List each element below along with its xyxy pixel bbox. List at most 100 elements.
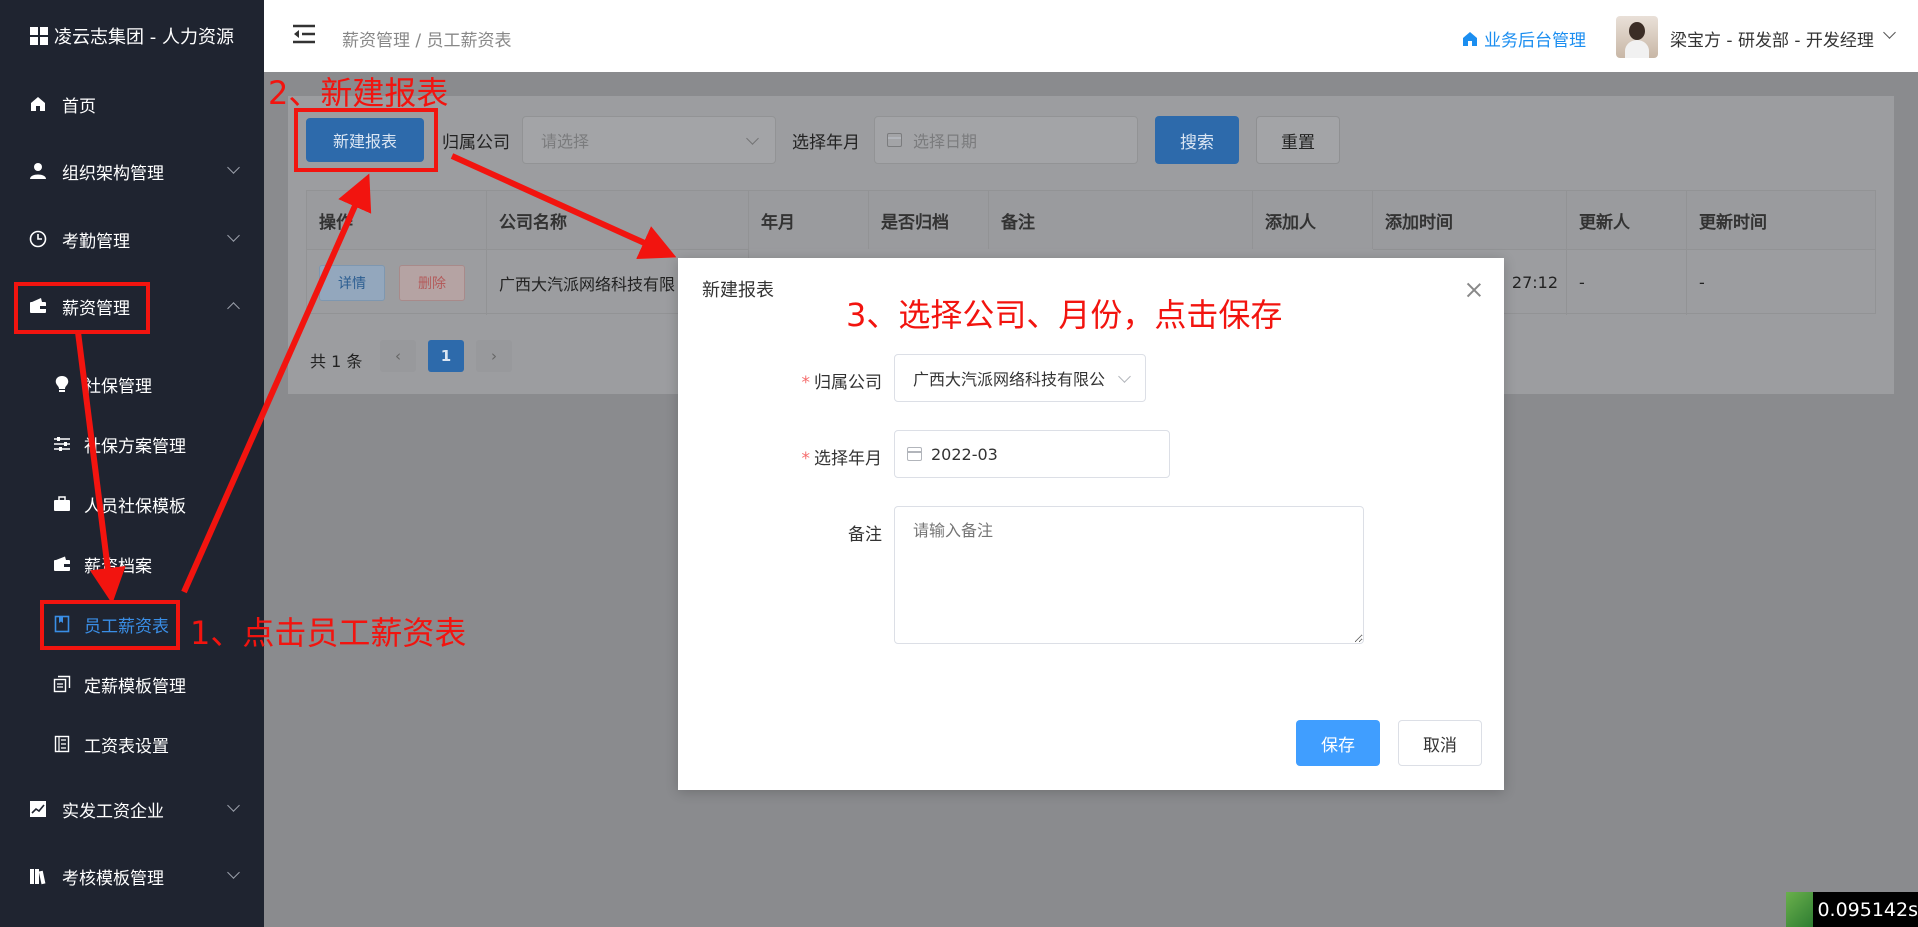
chevron-down-icon xyxy=(227,161,240,174)
table-cell-update-time: - xyxy=(1687,249,1875,315)
sidebar-sub-payroll-settings[interactable]: 工资表设置 xyxy=(0,716,264,772)
sidebar-sub-label: 社保管理 xyxy=(84,376,152,397)
top-header: 薪资管理 / 员工薪资表 业务后台管理 梁宝方 - 研发部 - 开发经理 xyxy=(264,0,1918,72)
breadcrumb: 薪资管理 / 员工薪资表 xyxy=(342,31,512,51)
sidebar-sub-label: 工资表设置 xyxy=(84,736,169,757)
chevron-left-icon: ‹ xyxy=(395,347,401,365)
briefcase-icon xyxy=(52,494,72,514)
app-logo[interactable]: 凌云志集团 - 人力资源 xyxy=(0,0,264,72)
annotation-box-employee-salary xyxy=(40,600,180,650)
grid-logo-icon xyxy=(30,27,49,45)
bulb-icon xyxy=(52,374,72,394)
month-field-label-text: 选择年月 xyxy=(814,449,882,469)
user-icon xyxy=(28,161,48,181)
sidebar-sub-label: 定薪模板管理 xyxy=(84,676,186,697)
column-header: 备注 xyxy=(989,191,1253,249)
delete-button[interactable]: 删除 xyxy=(399,264,465,301)
remark-textarea[interactable] xyxy=(894,506,1364,644)
calendar-icon xyxy=(887,133,902,147)
copy-icon xyxy=(52,674,72,694)
sidebar-sub-label: 人员社保模板 xyxy=(84,496,186,517)
sidebar-item-assessment[interactable]: 考核模板管理 xyxy=(0,848,264,904)
reset-button[interactable]: 重置 xyxy=(1256,116,1340,164)
annotation-step3: 3、选择公司、月份，点击保存 xyxy=(846,296,1283,334)
month-filter-picker[interactable]: 选择日期 xyxy=(874,116,1138,164)
sidebar-sub-social-security[interactable]: 社保管理 xyxy=(0,356,264,412)
month-field-label: * 选择年月 xyxy=(762,444,883,469)
required-mark: * xyxy=(801,373,811,393)
column-header: 添加人 xyxy=(1253,191,1373,249)
chevron-down-icon[interactable] xyxy=(1883,26,1896,39)
clock-icon xyxy=(28,229,48,249)
month-filter-placeholder: 选择日期 xyxy=(913,132,978,151)
sidebar-item-label: 考核模板管理 xyxy=(62,868,164,889)
sidebar-item-org[interactable]: 组织架构管理 xyxy=(0,143,264,199)
home-icon xyxy=(1463,31,1477,46)
table-row-actions: 详情 删除 xyxy=(307,249,487,315)
sidebar-sub-label: 社保方案管理 xyxy=(84,436,186,457)
timer-icon xyxy=(1786,892,1814,927)
sidebar-item-label: 组织架构管理 xyxy=(62,163,164,184)
next-page-button[interactable]: › xyxy=(476,340,512,372)
biz-admin-link[interactable]: 业务后台管理 xyxy=(1462,26,1586,51)
company-filter-label: 归属公司 xyxy=(442,133,510,153)
sidebar-sub-staff-template[interactable]: 人员社保模板 xyxy=(0,476,264,532)
column-header: 添加时间 xyxy=(1373,191,1567,249)
sidebar-sub-salary-archive[interactable]: 薪资档案 xyxy=(0,536,264,592)
sidebar-sub-label: 薪资档案 xyxy=(84,556,152,577)
column-header: 公司名称 xyxy=(487,191,749,249)
chevron-right-icon: › xyxy=(491,347,497,365)
sidebar-item-attendance[interactable]: 考勤管理 xyxy=(0,211,264,267)
biz-admin-label: 业务后台管理 xyxy=(1484,31,1586,51)
sidebar-item-label: 首页 xyxy=(62,96,96,117)
month-picker[interactable]: 2022-03 xyxy=(894,430,1170,478)
page-number-button[interactable]: 1 xyxy=(428,340,464,372)
annotation-step2: 2、新建报表 xyxy=(268,74,449,112)
chevron-up-icon xyxy=(227,302,240,315)
save-button[interactable]: 保存 xyxy=(1296,720,1380,766)
month-filter-label: 选择年月 xyxy=(792,133,860,153)
chart-icon xyxy=(28,799,48,819)
detail-button[interactable]: 详情 xyxy=(319,264,385,301)
prev-page-button[interactable]: ‹ xyxy=(380,340,416,372)
total-count: 共 1 条 xyxy=(310,352,363,371)
chevron-down-icon xyxy=(227,866,240,879)
required-mark: * xyxy=(801,449,811,469)
sidebar-item-home[interactable]: 首页 xyxy=(0,76,264,132)
column-header: 是否归档 xyxy=(869,191,989,249)
load-timer: 0.095142s xyxy=(1786,892,1918,927)
month-picker-value: 2022-03 xyxy=(931,444,998,464)
calendar-icon xyxy=(907,447,922,461)
user-name[interactable]: 梁宝方 - 研发部 - 开发经理 xyxy=(1670,26,1874,51)
books-icon xyxy=(28,866,48,886)
sidebar-sub-social-plan[interactable]: 社保方案管理 xyxy=(0,416,264,472)
company-select[interactable]: 广西大汽派网络科技有限公 xyxy=(894,354,1146,402)
annotation-step1: 1、点击员工薪资表 xyxy=(190,614,467,652)
sidebar-item-label: 实发工资企业 xyxy=(62,801,164,822)
company-select-value: 广西大汽派网络科技有限公 xyxy=(913,370,1106,389)
company-field-label-text: 归属公司 xyxy=(814,373,882,393)
annotation-box-new-report xyxy=(294,108,438,172)
company-filter-select[interactable]: 请选择 xyxy=(522,116,776,164)
company-filter-placeholder: 请选择 xyxy=(541,132,590,151)
home-icon xyxy=(28,94,48,114)
column-header: 更新时间 xyxy=(1687,191,1875,249)
remark-field-label: 备注 xyxy=(848,525,882,545)
column-header: 操作 xyxy=(307,191,487,249)
sidebar-item-actual-pay[interactable]: 实发工资企业 xyxy=(0,781,264,837)
search-button[interactable]: 搜索 xyxy=(1155,116,1239,164)
wallet-icon xyxy=(52,554,72,574)
new-report-dialog: 新建报表 * 归属公司 广西大汽派网络科技有限公 * 选择年月 2022-03 备注… xyxy=(678,258,1504,790)
cancel-button[interactable]: 取消 xyxy=(1398,720,1482,766)
menu-fold-icon[interactable] xyxy=(292,24,316,44)
chevron-down-icon xyxy=(1118,370,1131,383)
dialog-title: 新建报表 xyxy=(702,280,774,301)
sidebar-sub-fixed-salary-template[interactable]: 定薪模板管理 xyxy=(0,656,264,712)
annotation-box-salary-menu xyxy=(14,282,150,334)
close-icon[interactable] xyxy=(1466,282,1482,298)
document-icon xyxy=(52,734,72,754)
sidebar-item-label: 考勤管理 xyxy=(62,231,130,252)
avatar[interactable] xyxy=(1616,16,1658,58)
table-cell-updater: - xyxy=(1567,249,1687,315)
logo-text: 凌云志集团 - 人力资源 xyxy=(54,27,234,48)
